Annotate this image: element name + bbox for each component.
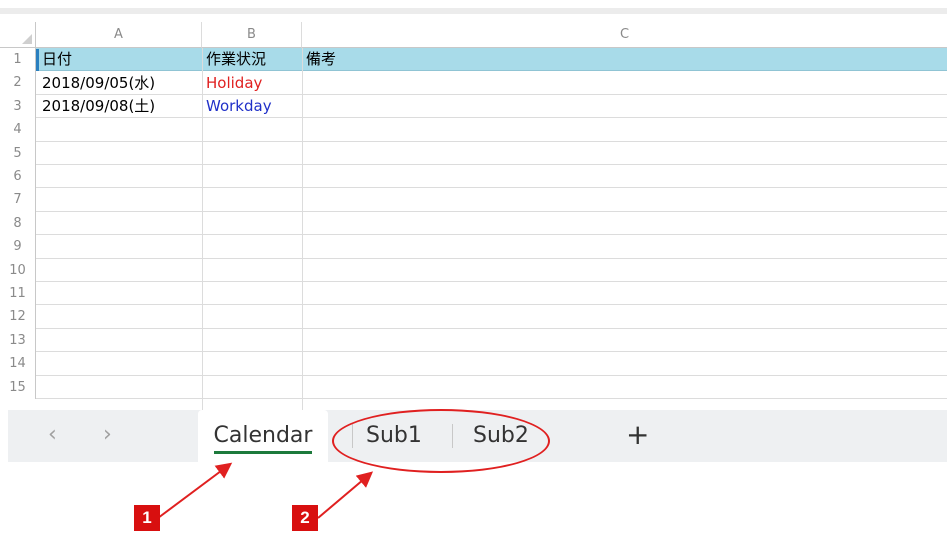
annotation-badge-2: 2 xyxy=(292,505,318,531)
annotation-arrow-1 xyxy=(157,462,233,519)
annotation-badge-1: 1 xyxy=(134,505,160,531)
annotation-arrow-2 xyxy=(317,471,374,519)
annotation-arrows xyxy=(157,462,374,519)
